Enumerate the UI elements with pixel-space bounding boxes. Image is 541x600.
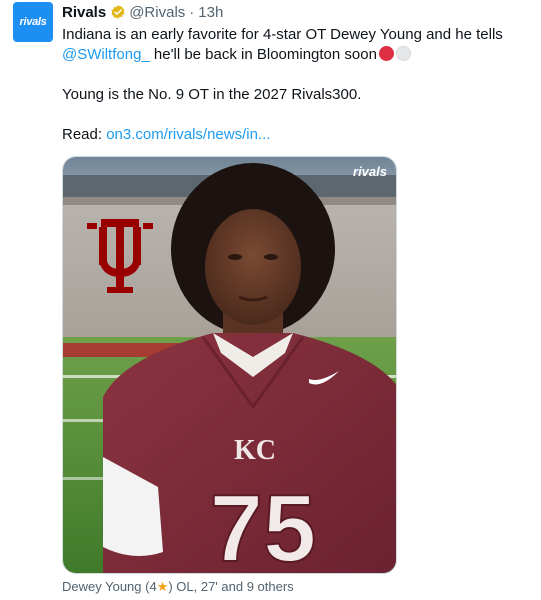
tweet-paragraph-3: Read: on3.com/rivals/news/in... (62, 125, 532, 145)
tweet-photo[interactable]: rivals KC 75 (62, 156, 397, 574)
account-handle[interactable]: @Rivals (129, 4, 185, 21)
star-icon: ★ (156, 579, 169, 594)
tweet-header: Rivals @Rivals · 13h (62, 1, 532, 23)
white-circle-icon (395, 46, 411, 61)
tweet[interactable]: rivals Rivals @Rivals · 13h Indiana is a… (0, 0, 541, 600)
rivals-watermark: rivals (353, 164, 387, 179)
avatar-logo-text: rivals (19, 16, 47, 28)
photo-graphic: rivals KC 75 (63, 157, 396, 574)
player-face (205, 209, 301, 325)
photo-caption[interactable]: Dewey Young (4★) OL, 27' and 9 others (62, 579, 294, 595)
tweet-text: Indiana is an early favorite for 4-star … (62, 25, 532, 145)
separator-dot: · (189, 3, 195, 21)
text-line1-b: he'll be back in Bloomington soon (149, 46, 377, 63)
tweet-paragraph-2: Young is the No. 9 OT in the 2027 Rivals… (62, 86, 362, 103)
caption-prefix: Dewey Young (4 (62, 579, 157, 594)
read-label: Read: (62, 126, 107, 143)
player-eye-left (228, 254, 242, 260)
mention-link[interactable]: @SWiltfong_ (62, 46, 150, 63)
tweet-time[interactable]: 13h (198, 4, 223, 21)
player-eye-right (264, 254, 278, 260)
red-circle-icon (378, 46, 394, 61)
text-line1-a: Indiana is an early favorite for 4-star … (62, 26, 503, 43)
jersey-number: 75 (210, 475, 317, 574)
avatar[interactable]: rivals (13, 2, 53, 42)
verified-badge-icon (111, 5, 125, 19)
tweet-content: Rivals @Rivals · 13h Indiana is an early… (62, 0, 532, 145)
account-name[interactable]: Rivals (62, 4, 106, 21)
tweet-paragraph-1: Indiana is an early favorite for 4-star … (62, 25, 532, 65)
jersey-monogram: KC (234, 435, 276, 466)
article-link[interactable]: on3.com/rivals/news/in... (106, 126, 270, 143)
caption-suffix: ) OL, 27' and 9 others (168, 579, 294, 594)
